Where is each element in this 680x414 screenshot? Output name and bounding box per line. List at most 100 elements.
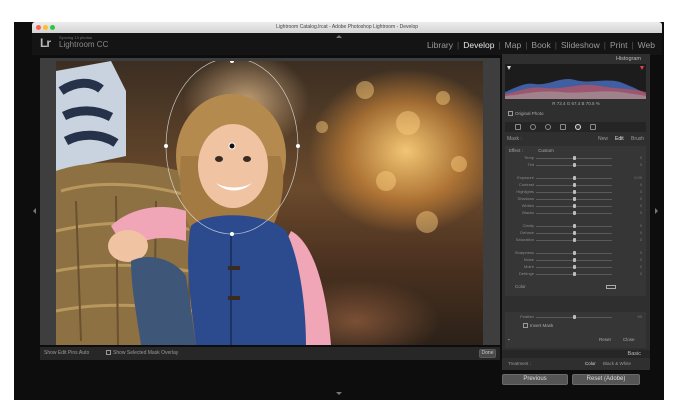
tab-mask-new[interactable]: New <box>598 136 608 142</box>
window-title: Lightroom Catalog.lrcat - Adobe Photosho… <box>275 24 419 30</box>
slider-thumb[interactable] <box>572 176 576 180</box>
slider-value[interactable]: 0 <box>640 155 642 161</box>
show-edit-pins-select[interactable]: Auto <box>79 350 89 356</box>
slider-label: Blacks <box>522 210 534 215</box>
slider-thumb[interactable] <box>572 231 576 235</box>
slider-value[interactable]: 0 <box>640 210 642 216</box>
slider-value[interactable]: 0 <box>640 203 642 209</box>
photo-preview[interactable] <box>56 61 483 345</box>
slider-thumb[interactable] <box>572 204 576 208</box>
module-develop[interactable]: Develop <box>462 40 495 50</box>
slider-thumb[interactable] <box>572 190 576 194</box>
invert-mask-checkbox[interactable] <box>523 323 528 328</box>
original-photo-row[interactable]: Original Photo <box>508 111 544 116</box>
left-panel-toggle-icon[interactable] <box>33 208 36 214</box>
previous-button[interactable]: Previous <box>502 374 568 385</box>
slider-row[interactable]: Clarity 0 <box>505 223 646 229</box>
mask-delete-icon[interactable]: ▪ <box>508 337 510 342</box>
slider-thumb[interactable] <box>572 251 576 255</box>
slider-value[interactable]: 0.00 <box>634 175 642 181</box>
slider-row[interactable]: Blacks 0 <box>505 210 646 216</box>
slider-thumb[interactable] <box>572 265 576 269</box>
histogram[interactable] <box>505 64 646 99</box>
photo-subject-illustration <box>56 61 331 345</box>
slider-thumb[interactable] <box>572 238 576 242</box>
close-button[interactable]: Close <box>623 337 635 342</box>
feather-thumb[interactable] <box>572 315 576 319</box>
red-eye-tool-icon[interactable] <box>545 124 551 130</box>
slider-label: Defringe <box>518 271 534 276</box>
slider-row[interactable]: Moiré 0 <box>505 264 646 270</box>
invert-mask-row[interactable]: Invert Mask <box>523 323 553 328</box>
slider-value[interactable]: 0 <box>640 257 642 263</box>
previous-reset-buttons: Previous Reset (Adobe) <box>502 374 650 386</box>
spot-removal-tool-icon[interactable] <box>530 124 536 130</box>
mask-overlay-checkbox-row[interactable]: Show Selected Mask Overlay <box>106 350 178 356</box>
slider-value[interactable]: 0 <box>640 162 642 168</box>
image-canvas[interactable] <box>40 58 500 345</box>
right-panel-toggle-icon[interactable] <box>655 208 658 214</box>
effect-preset-select[interactable]: Custom <box>538 148 554 153</box>
reset-adobe-button[interactable]: Reset (Adobe) <box>572 374 640 385</box>
mask-overlay-checkbox[interactable] <box>106 350 111 355</box>
original-photo-checkbox[interactable] <box>508 111 513 116</box>
slider-row[interactable]: Sharpness 0 <box>505 250 646 256</box>
module-map[interactable]: Map <box>504 40 523 50</box>
slider-row[interactable]: Contrast 0 <box>505 182 646 188</box>
slider-thumb[interactable] <box>572 211 576 215</box>
basic-panel-header[interactable]: Basic <box>502 350 650 358</box>
slider-value[interactable]: 0 <box>640 271 642 277</box>
slider-row[interactable]: Shadows 0 <box>505 196 646 202</box>
top-panel-toggle-icon[interactable] <box>336 35 342 38</box>
module-print[interactable]: Print <box>609 40 628 50</box>
done-button[interactable]: Done <box>479 349 496 358</box>
module-book[interactable]: Book <box>530 40 551 50</box>
slider-thumb[interactable] <box>572 156 576 160</box>
slider-row[interactable]: Saturation 0 <box>505 237 646 243</box>
tab-mask-edit[interactable]: Edit <box>615 136 624 142</box>
slider-thumb[interactable] <box>572 163 576 167</box>
adjustment-brush-tool-icon[interactable] <box>590 124 596 130</box>
module-picker: Library | Develop | Map | Book | Slideshow | Print… <box>426 40 656 50</box>
slider-value[interactable]: 0 <box>640 230 642 236</box>
bottom-panel-toggle-icon[interactable] <box>336 392 342 395</box>
crop-tool-icon[interactable] <box>515 124 521 130</box>
slider-value[interactable]: 0 <box>640 182 642 188</box>
histogram-header[interactable]: Histogram <box>502 55 650 63</box>
graduated-filter-tool-icon[interactable] <box>560 124 566 130</box>
tab-mask-brush[interactable]: Brush <box>631 136 644 142</box>
slider-row[interactable]: Highlights 0 <box>505 189 646 195</box>
slider-thumb[interactable] <box>572 258 576 262</box>
module-library[interactable]: Library <box>426 40 454 50</box>
slider-value[interactable]: 0 <box>640 250 642 256</box>
slider-value[interactable]: 0 <box>640 196 642 202</box>
slider-value[interactable]: 0 <box>640 223 642 229</box>
product-name: Lightroom CC <box>59 40 109 49</box>
treatment-bw-option[interactable]: Black & White <box>603 359 631 369</box>
slider-row[interactable]: Temp 0 <box>505 155 646 161</box>
slider-label: Dehaze <box>520 230 534 235</box>
slider-row[interactable]: Defringe 0 <box>505 271 646 277</box>
slider-thumb[interactable] <box>572 197 576 201</box>
treatment-color-option[interactable]: Color <box>585 359 596 369</box>
reset-button[interactable]: Reset <box>599 337 611 342</box>
slider-thumb[interactable] <box>572 183 576 187</box>
slider-row[interactable]: Dehaze 0 <box>505 230 646 236</box>
color-swatch[interactable] <box>606 285 616 289</box>
slider-row[interactable]: Whites 0 <box>505 203 646 209</box>
effect-row: Effect : Custom <box>509 148 554 153</box>
slider-value[interactable]: 0 <box>640 237 642 243</box>
module-web[interactable]: Web <box>637 40 656 50</box>
feather-value[interactable]: 50 <box>638 314 642 320</box>
feather-slider[interactable]: Feather 50 <box>505 314 646 320</box>
radial-filter-tool-icon[interactable] <box>575 124 581 130</box>
module-slideshow[interactable]: Slideshow <box>560 40 601 50</box>
slider-row[interactable]: Noise 0 <box>505 257 646 263</box>
slider-thumb[interactable] <box>572 272 576 276</box>
slider-row[interactable]: Tint 0 <box>505 162 646 168</box>
slider-row[interactable]: Exposure 0.00 <box>505 175 646 181</box>
module-separator: | <box>631 40 634 50</box>
slider-thumb[interactable] <box>572 224 576 228</box>
slider-value[interactable]: 0 <box>640 189 642 195</box>
slider-value[interactable]: 0 <box>640 264 642 270</box>
